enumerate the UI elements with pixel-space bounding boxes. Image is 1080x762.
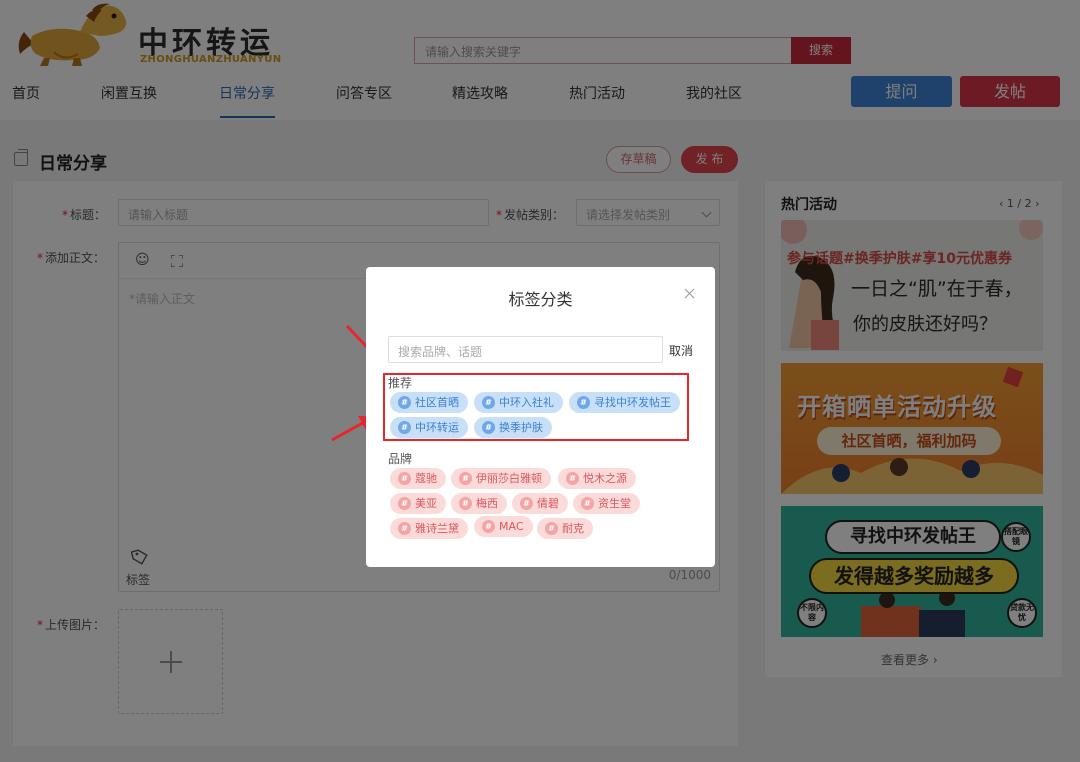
tag-chip[interactable]: # 社区首晒 <box>390 392 468 413</box>
hash-icon: # <box>459 497 472 510</box>
tag-chip[interactable]: # 换季护肤 <box>474 417 552 438</box>
tag-chip[interactable]: # 悦木之源 <box>558 468 636 489</box>
tag-chip[interactable]: # 蔻驰 <box>390 468 446 489</box>
tag-search-input[interactable]: 搜索品牌、话题 <box>388 336 663 363</box>
tag-chip[interactable]: # 美亚 <box>390 493 446 514</box>
brand-section-label: 品牌 <box>388 452 413 466</box>
tag-chip[interactable]: # 中环入社礼 <box>474 392 563 413</box>
tag-category-dialog: 标签分类 搜索品牌、话题 取消 推荐 # 社区首晒 # 中环入社礼 # 寻找中环发帖王… <box>366 267 715 567</box>
hash-icon: # <box>520 497 533 510</box>
close-icon[interactable] <box>684 288 695 299</box>
hash-icon: # <box>398 522 411 535</box>
hash-icon: # <box>581 497 594 510</box>
tag-chip[interactable]: # 倩碧 <box>512 493 568 514</box>
tag-chip[interactable]: # MAC <box>474 516 533 537</box>
hash-icon: # <box>398 396 411 409</box>
tag-chip[interactable]: # 伊丽莎白雅顿 <box>451 468 551 489</box>
hash-icon: # <box>398 421 411 434</box>
cancel-button[interactable]: 取消 <box>669 342 693 359</box>
hash-icon: # <box>459 472 472 485</box>
tag-chip[interactable]: # 梅西 <box>451 493 507 514</box>
hash-icon: # <box>398 497 411 510</box>
tag-chip[interactable]: # 耐克 <box>537 518 593 539</box>
hash-icon: # <box>482 421 495 434</box>
hash-icon: # <box>566 472 579 485</box>
hash-icon: # <box>482 520 495 533</box>
tag-chip[interactable]: # 寻找中环发帖王 <box>569 392 680 413</box>
tag-chip[interactable]: # 资生堂 <box>573 493 640 514</box>
dialog-title: 标签分类 <box>508 290 573 309</box>
hash-icon: # <box>577 396 590 409</box>
hash-icon: # <box>545 522 558 535</box>
tag-chip[interactable]: # 雅诗兰黛 <box>390 518 468 539</box>
hash-icon: # <box>482 396 495 409</box>
hash-icon: # <box>398 472 411 485</box>
tag-chip[interactable]: # 中环转运 <box>390 417 468 438</box>
